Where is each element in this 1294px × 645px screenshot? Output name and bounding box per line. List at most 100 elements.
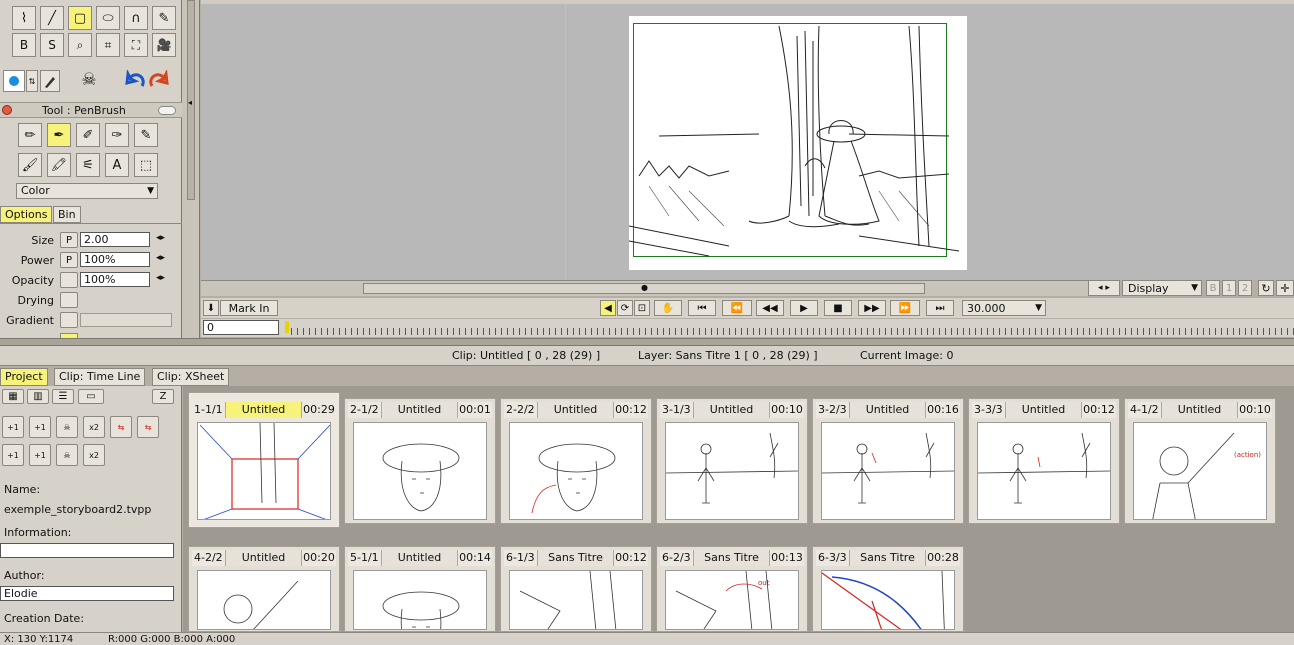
onion-skin-icon[interactable]: ⊡ bbox=[634, 300, 650, 316]
clip-card[interactable]: 1-1/1 Untitled 00:29 bbox=[188, 392, 340, 528]
clip-name[interactable]: Untitled bbox=[225, 550, 302, 566]
clip-action-button[interactable]: +1 bbox=[29, 416, 51, 438]
clip-card[interactable]: 5-1/1 Untitled 00:14 bbox=[344, 546, 496, 632]
page-button-b[interactable]: B bbox=[1206, 280, 1220, 296]
page-button-1[interactable]: 1 bbox=[1222, 280, 1236, 296]
marker-icon[interactable]: ✐ bbox=[76, 123, 100, 147]
gradient-bar[interactable] bbox=[80, 313, 172, 327]
zoom-icon[interactable]: ⌕ bbox=[68, 33, 92, 57]
center-view-icon[interactable]: ✛ bbox=[1276, 280, 1294, 296]
line-icon[interactable]: ╱ bbox=[40, 6, 64, 30]
z-button[interactable]: Z bbox=[152, 389, 174, 404]
tool-panel-scrollbar[interactable]: ◂ bbox=[182, 0, 200, 345]
clip-action-button[interactable]: ☠ bbox=[56, 444, 78, 466]
close-icon[interactable] bbox=[2, 105, 12, 115]
undo-icon[interactable] bbox=[124, 68, 146, 92]
sound-toggle-icon[interactable]: ◀ bbox=[600, 300, 616, 316]
pencil-icon[interactable]: ✏ bbox=[18, 123, 42, 147]
transform-icon[interactable]: ⛶ bbox=[124, 33, 148, 57]
prop-pressure-toggle[interactable] bbox=[60, 272, 78, 288]
pan-left-right-button[interactable]: ◂ ▸ bbox=[1088, 280, 1120, 296]
clip-name[interactable]: Sans Titre bbox=[693, 550, 770, 566]
clip-thumbnail[interactable] bbox=[665, 422, 799, 520]
rectangle-icon[interactable]: ▢ bbox=[68, 6, 92, 30]
bucket-b-icon[interactable]: B bbox=[12, 33, 36, 57]
clip-card[interactable]: 2-2/2 Untitled 00:12 bbox=[500, 398, 652, 524]
prop-value-field[interactable]: 2.00 bbox=[80, 232, 150, 247]
clip-name[interactable]: Untitled bbox=[225, 402, 302, 418]
step-back-icon[interactable]: ◀◀ bbox=[756, 300, 784, 316]
view-columns-icon[interactable]: ▥ bbox=[27, 389, 49, 404]
clip-card[interactable]: 6-2/3 Sans Titre 00:13 out bbox=[656, 546, 808, 632]
clip-name[interactable]: Untitled bbox=[537, 402, 614, 418]
clip-name[interactable]: Untitled bbox=[1161, 402, 1238, 418]
clip-card[interactable]: 3-3/3 Untitled 00:12 bbox=[968, 398, 1120, 524]
clip-thumbnail[interactable] bbox=[509, 570, 643, 630]
select-rect-icon[interactable]: ⬚ bbox=[134, 153, 158, 177]
clip-card[interactable]: 3-1/3 Untitled 00:10 bbox=[656, 398, 808, 524]
clip-name[interactable]: Untitled bbox=[1005, 402, 1082, 418]
clip-action-button[interactable]: ☠ bbox=[56, 416, 78, 438]
clip-action-button[interactable]: x2 bbox=[83, 444, 105, 466]
ellipse-icon[interactable]: ⬭ bbox=[96, 6, 120, 30]
view-list-icon[interactable]: ☰ bbox=[52, 389, 74, 404]
clip-thumbnail[interactable] bbox=[353, 570, 487, 630]
clip-action-button[interactable]: +1 bbox=[2, 444, 24, 466]
mode-select[interactable]: Color ▼ bbox=[16, 183, 158, 199]
crop-icon[interactable]: ⌗ bbox=[96, 33, 120, 57]
stepper-arrows-icon[interactable]: ◂▸ bbox=[156, 233, 165, 243]
hand-icon[interactable]: ✋ bbox=[654, 300, 682, 316]
clip-action-button[interactable]: +1 bbox=[2, 416, 24, 438]
prop-pressure-toggle[interactable]: P bbox=[60, 252, 78, 268]
freehand-icon[interactable]: ⌇ bbox=[12, 6, 36, 30]
tab-clip-timeline[interactable]: Clip: Time Line bbox=[54, 368, 146, 386]
clip-name[interactable]: Sans Titre bbox=[849, 550, 926, 566]
bezier-icon[interactable]: ∩ bbox=[124, 6, 148, 30]
prop-pressure-toggle[interactable] bbox=[60, 312, 78, 328]
collapse-pill-icon[interactable] bbox=[158, 106, 176, 115]
clip-thumbnail[interactable]: (action) bbox=[1133, 422, 1267, 520]
view-grid-icon[interactable]: ▦ bbox=[2, 389, 24, 404]
redo-icon[interactable] bbox=[148, 68, 170, 92]
clip-name[interactable]: Untitled bbox=[381, 402, 458, 418]
viewer-area[interactable] bbox=[201, 0, 1294, 280]
last-frame-icon[interactable]: ⏭ bbox=[926, 300, 954, 316]
stop-icon[interactable]: ■ bbox=[824, 300, 852, 316]
color-swatch[interactable] bbox=[3, 70, 25, 92]
tab-clip-xsheet[interactable]: Clip: XSheet bbox=[152, 368, 230, 386]
display-select[interactable]: Display ▼ bbox=[1122, 280, 1202, 296]
canvas-page[interactable] bbox=[629, 16, 967, 270]
clip-thumbnail[interactable] bbox=[353, 422, 487, 520]
fast-forward-icon[interactable]: ⏩ bbox=[890, 300, 920, 316]
felt-pen-icon[interactable]: ✎ bbox=[134, 123, 158, 147]
clip-thumbnail[interactable] bbox=[977, 422, 1111, 520]
prop-pressure-toggle[interactable]: P bbox=[60, 232, 78, 248]
clip-card[interactable]: 4-1/2 Untitled 00:10 (action) bbox=[1124, 398, 1276, 524]
clip-thumbnail[interactable] bbox=[821, 422, 955, 520]
clip-action-button[interactable]: x2 bbox=[83, 416, 105, 438]
viewer-h-scrollbar[interactable]: ● bbox=[201, 280, 1088, 296]
clip-thumbnail[interactable]: out bbox=[665, 570, 799, 630]
author-field[interactable]: Elodie bbox=[0, 586, 174, 601]
knife-icon[interactable]: ⚟ bbox=[76, 153, 100, 177]
clip-action-button[interactable]: ⇆ bbox=[137, 416, 159, 438]
clip-card[interactable]: 3-2/3 Untitled 00:16 bbox=[812, 398, 964, 524]
clip-thumbnail[interactable] bbox=[197, 422, 331, 520]
clip-card[interactable]: 4-2/2 Untitled 00:20 bbox=[188, 546, 340, 632]
tab-options[interactable]: Options bbox=[0, 206, 53, 223]
play-icon[interactable]: ▶ bbox=[790, 300, 818, 316]
fps-select[interactable]: 30.000 ▼ bbox=[962, 300, 1046, 316]
page-button-2[interactable]: 2 bbox=[1238, 280, 1252, 296]
clip-thumbnail[interactable] bbox=[509, 422, 643, 520]
pen-marker-icon[interactable]: ✎ bbox=[152, 6, 176, 30]
mark-in-button[interactable]: Mark In bbox=[220, 300, 278, 316]
clip-action-button[interactable]: ⇆ bbox=[110, 416, 132, 438]
step-forward-icon[interactable]: ▶▶ bbox=[858, 300, 886, 316]
down-arrow-button[interactable]: ⬇ bbox=[203, 300, 219, 316]
oil-brush-icon[interactable]: 🖍 bbox=[47, 153, 71, 177]
clip-card[interactable]: 6-1/3 Sans Titre 00:12 bbox=[500, 546, 652, 632]
clip-name[interactable]: Untitled bbox=[849, 402, 926, 418]
loop-icon[interactable]: ⟳ bbox=[617, 300, 633, 316]
panel-splitter[interactable] bbox=[0, 338, 1294, 346]
frame-field[interactable]: 0 bbox=[203, 320, 279, 335]
